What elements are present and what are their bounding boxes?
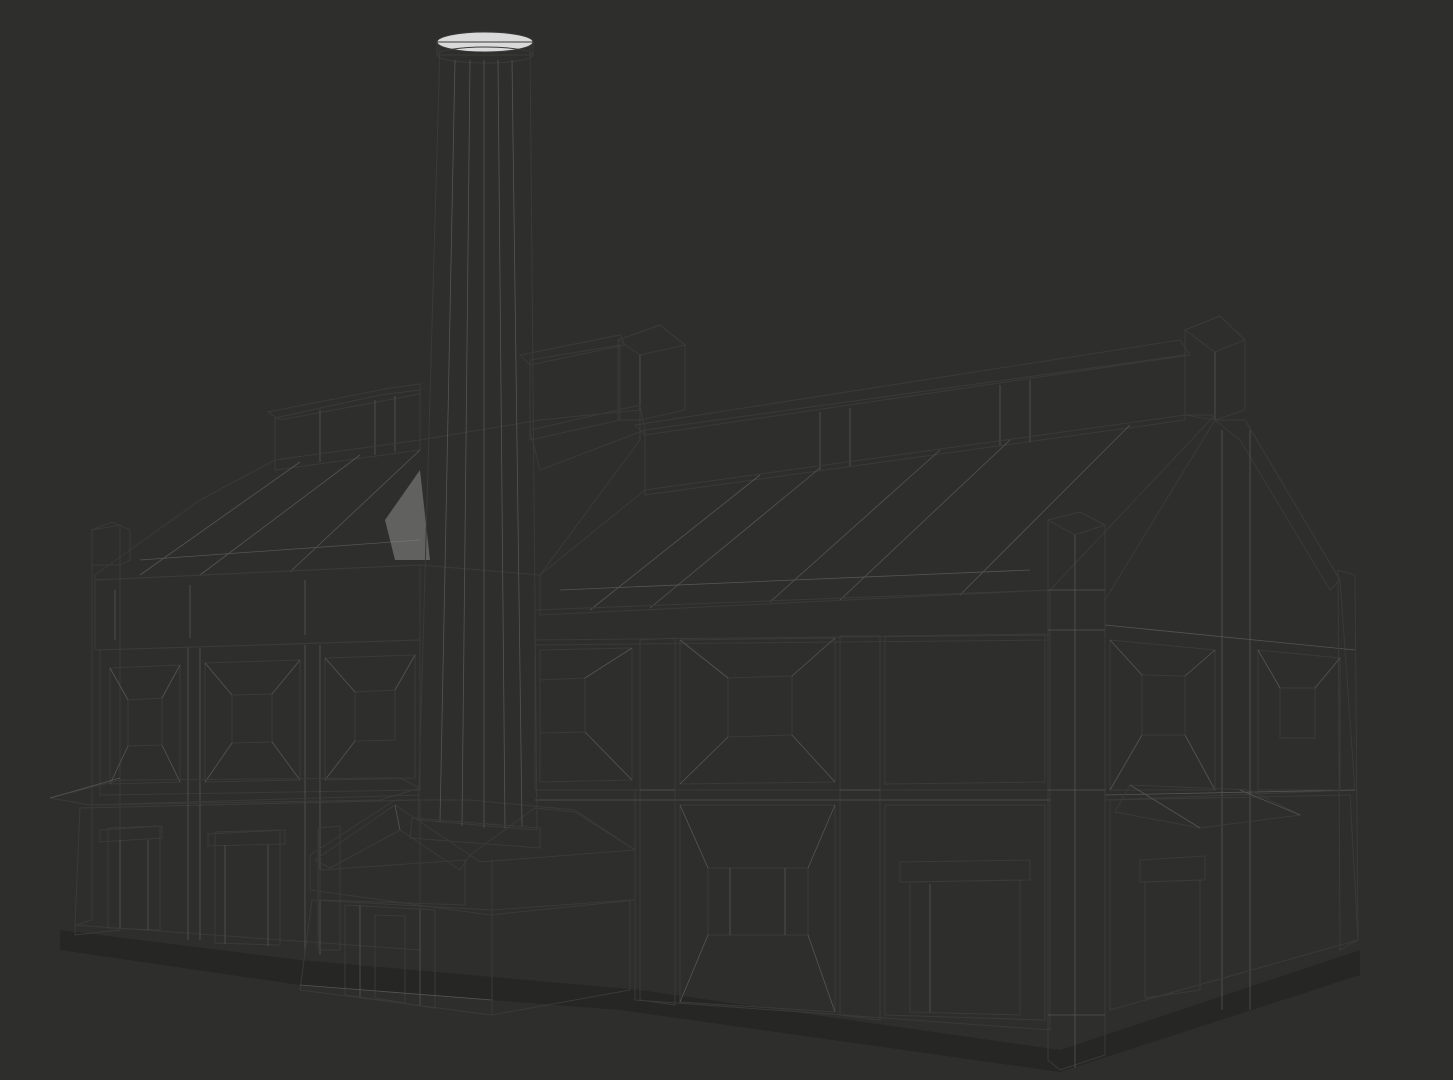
gable-window-upper-1: [1109, 639, 1216, 791]
panel-5: [679, 637, 836, 785]
left-wing-walls: [74, 521, 421, 955]
factory-model-render: [49, 31, 1360, 1072]
gable-window-upper-2: [1257, 649, 1341, 791]
right-wing-upper-panels: [539, 633, 1046, 785]
chimney: [409, 31, 541, 849]
panel-7: [679, 804, 836, 1013]
ground-shadow: [60, 930, 1360, 1072]
clerestory-right: [633, 315, 1246, 496]
gable-end-wall: [1104, 419, 1359, 1010]
clerestory-left: [266, 383, 421, 471]
right-wing-lower-panels: [679, 804, 1046, 1021]
left-wing-upper-panels: [109, 654, 416, 785]
panel-2: [204, 659, 301, 783]
panel-3: [324, 654, 416, 781]
render-viewport: [0, 0, 1453, 1080]
roof-left-wing: [94, 409, 641, 581]
panel-8-door: [884, 804, 1046, 1021]
door-1: [99, 825, 163, 931]
panel-4: [539, 647, 633, 783]
clerestory-middle: [518, 324, 687, 441]
panel-6: [884, 633, 1046, 785]
door-2: [207, 829, 286, 946]
left-wing-doors: [99, 825, 341, 951]
gable-end-windows: [1109, 639, 1359, 1011]
roof-right-wing: [529, 404, 1217, 616]
